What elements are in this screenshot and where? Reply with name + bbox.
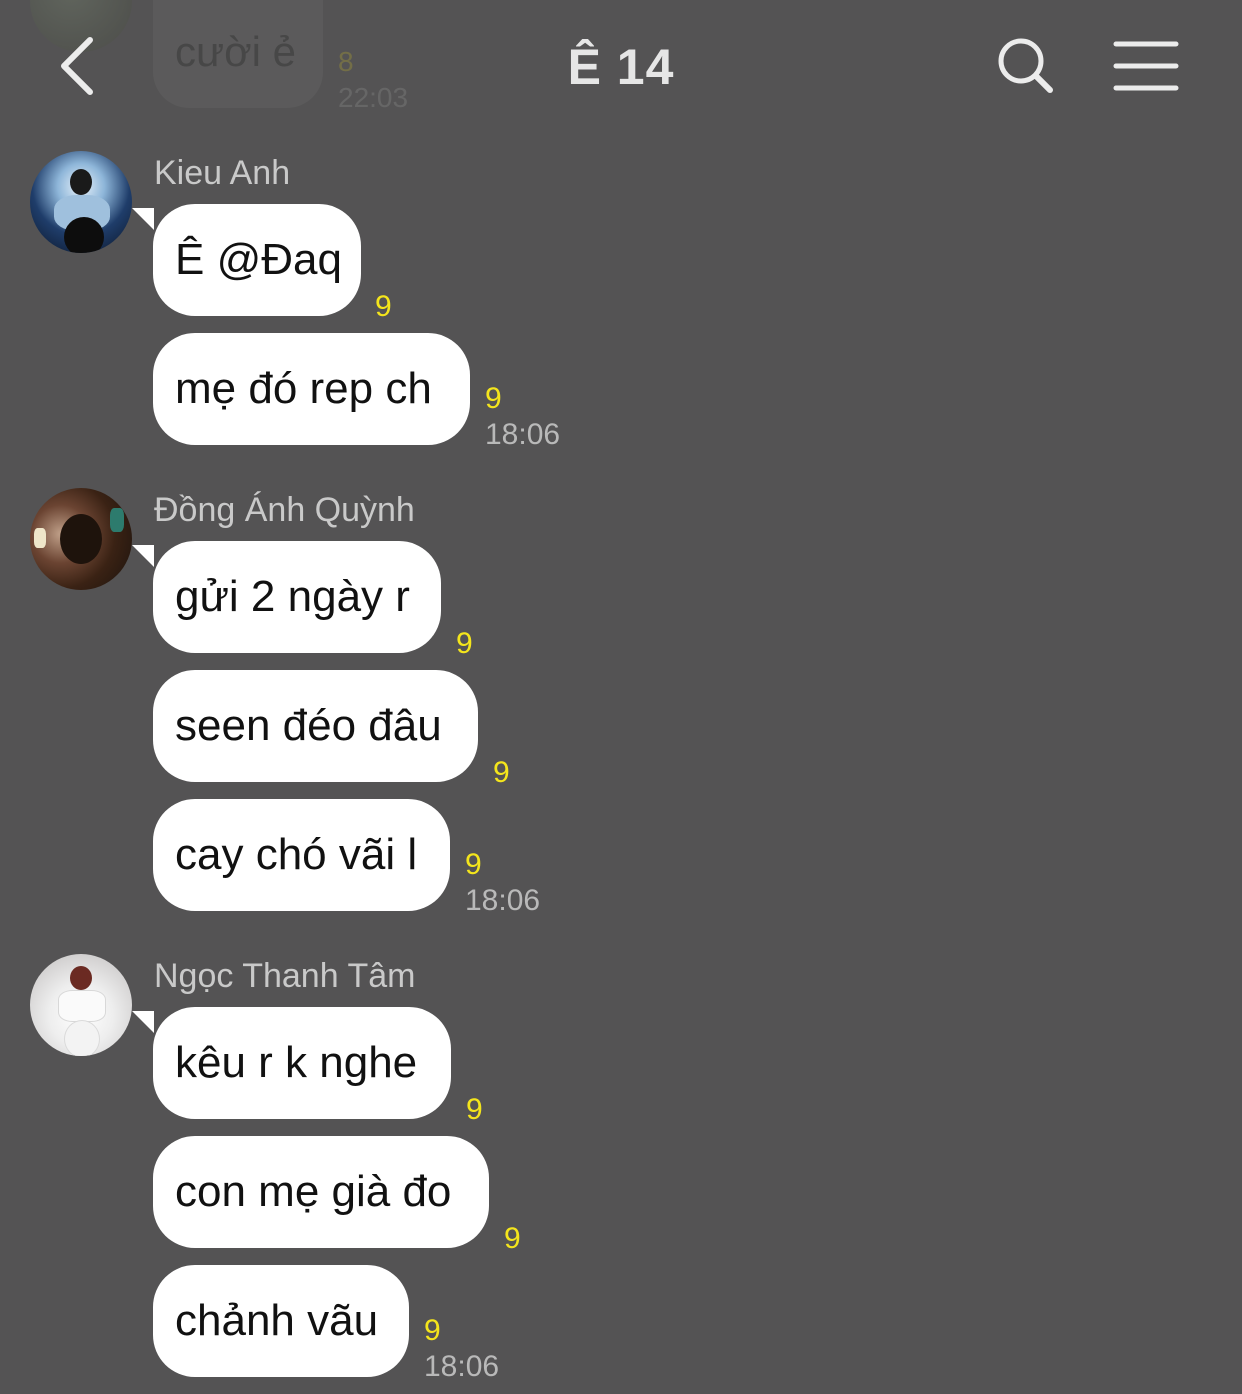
message-text: gửi 2 ngày r [175, 572, 410, 621]
message-text: con mẹ già đo [175, 1167, 452, 1216]
avatar-figure [110, 508, 124, 532]
read-count: 9 [424, 1314, 441, 1347]
menu-button[interactable] [1112, 36, 1182, 96]
avatar-figure [58, 990, 106, 1022]
read-count: 9 [485, 382, 502, 415]
message-time: 18:06 [485, 418, 561, 451]
sender-name: Đồng Ánh Quỳnh [154, 491, 415, 529]
read-count: 9 [504, 1222, 521, 1255]
message-text: cay chó vãi l [175, 830, 418, 879]
avatar-figure [34, 528, 46, 548]
message-text: seen đéo đâu [175, 701, 442, 750]
avatar-figure [64, 217, 104, 253]
read-count: 9 [456, 627, 473, 660]
message-text: kêu r k nghe [175, 1038, 418, 1087]
avatar-figure [70, 169, 92, 195]
read-count: 9 [493, 756, 510, 789]
avatar[interactable] [30, 151, 132, 253]
message-text: chảnh vãu [175, 1296, 379, 1345]
read-count: 9 [465, 848, 482, 881]
message-bubble[interactable]: kêu r k nghe [153, 1007, 451, 1119]
message-time: 18:06 [424, 1350, 500, 1383]
message-bubble[interactable]: gửi 2 ngày r [153, 541, 441, 653]
message-bubble[interactable]: seen đéo đâu [153, 670, 478, 782]
read-count: 9 [466, 1093, 483, 1126]
chat-header: Ê 14 [0, 0, 1242, 130]
message-bubble[interactable]: chảnh vãu [153, 1265, 409, 1377]
message-bubble[interactable]: Ê @Đaq [153, 204, 361, 316]
avatar[interactable] [30, 488, 132, 590]
message-bubble[interactable]: cay chó vãi l [153, 799, 450, 911]
sender-name: Ngọc Thanh Tâm [154, 957, 416, 995]
read-count: 9 [375, 290, 392, 323]
message-text: mẹ đó rep ch [175, 364, 432, 413]
sender-name: Kieu Anh [154, 154, 291, 192]
avatar[interactable] [30, 954, 132, 1056]
message-bubble[interactable]: mẹ đó rep ch [153, 333, 470, 445]
message-text: Ê @Đaq [175, 235, 342, 284]
message-bubble[interactable]: con mẹ già đo [153, 1136, 489, 1248]
avatar-figure [60, 514, 102, 564]
hamburger-menu-icon [1113, 41, 1179, 91]
avatar-figure [64, 1020, 100, 1056]
search-button[interactable] [996, 36, 1056, 96]
message-time: 18:06 [465, 884, 541, 917]
search-icon [998, 38, 1053, 93]
avatar-figure [70, 966, 92, 990]
